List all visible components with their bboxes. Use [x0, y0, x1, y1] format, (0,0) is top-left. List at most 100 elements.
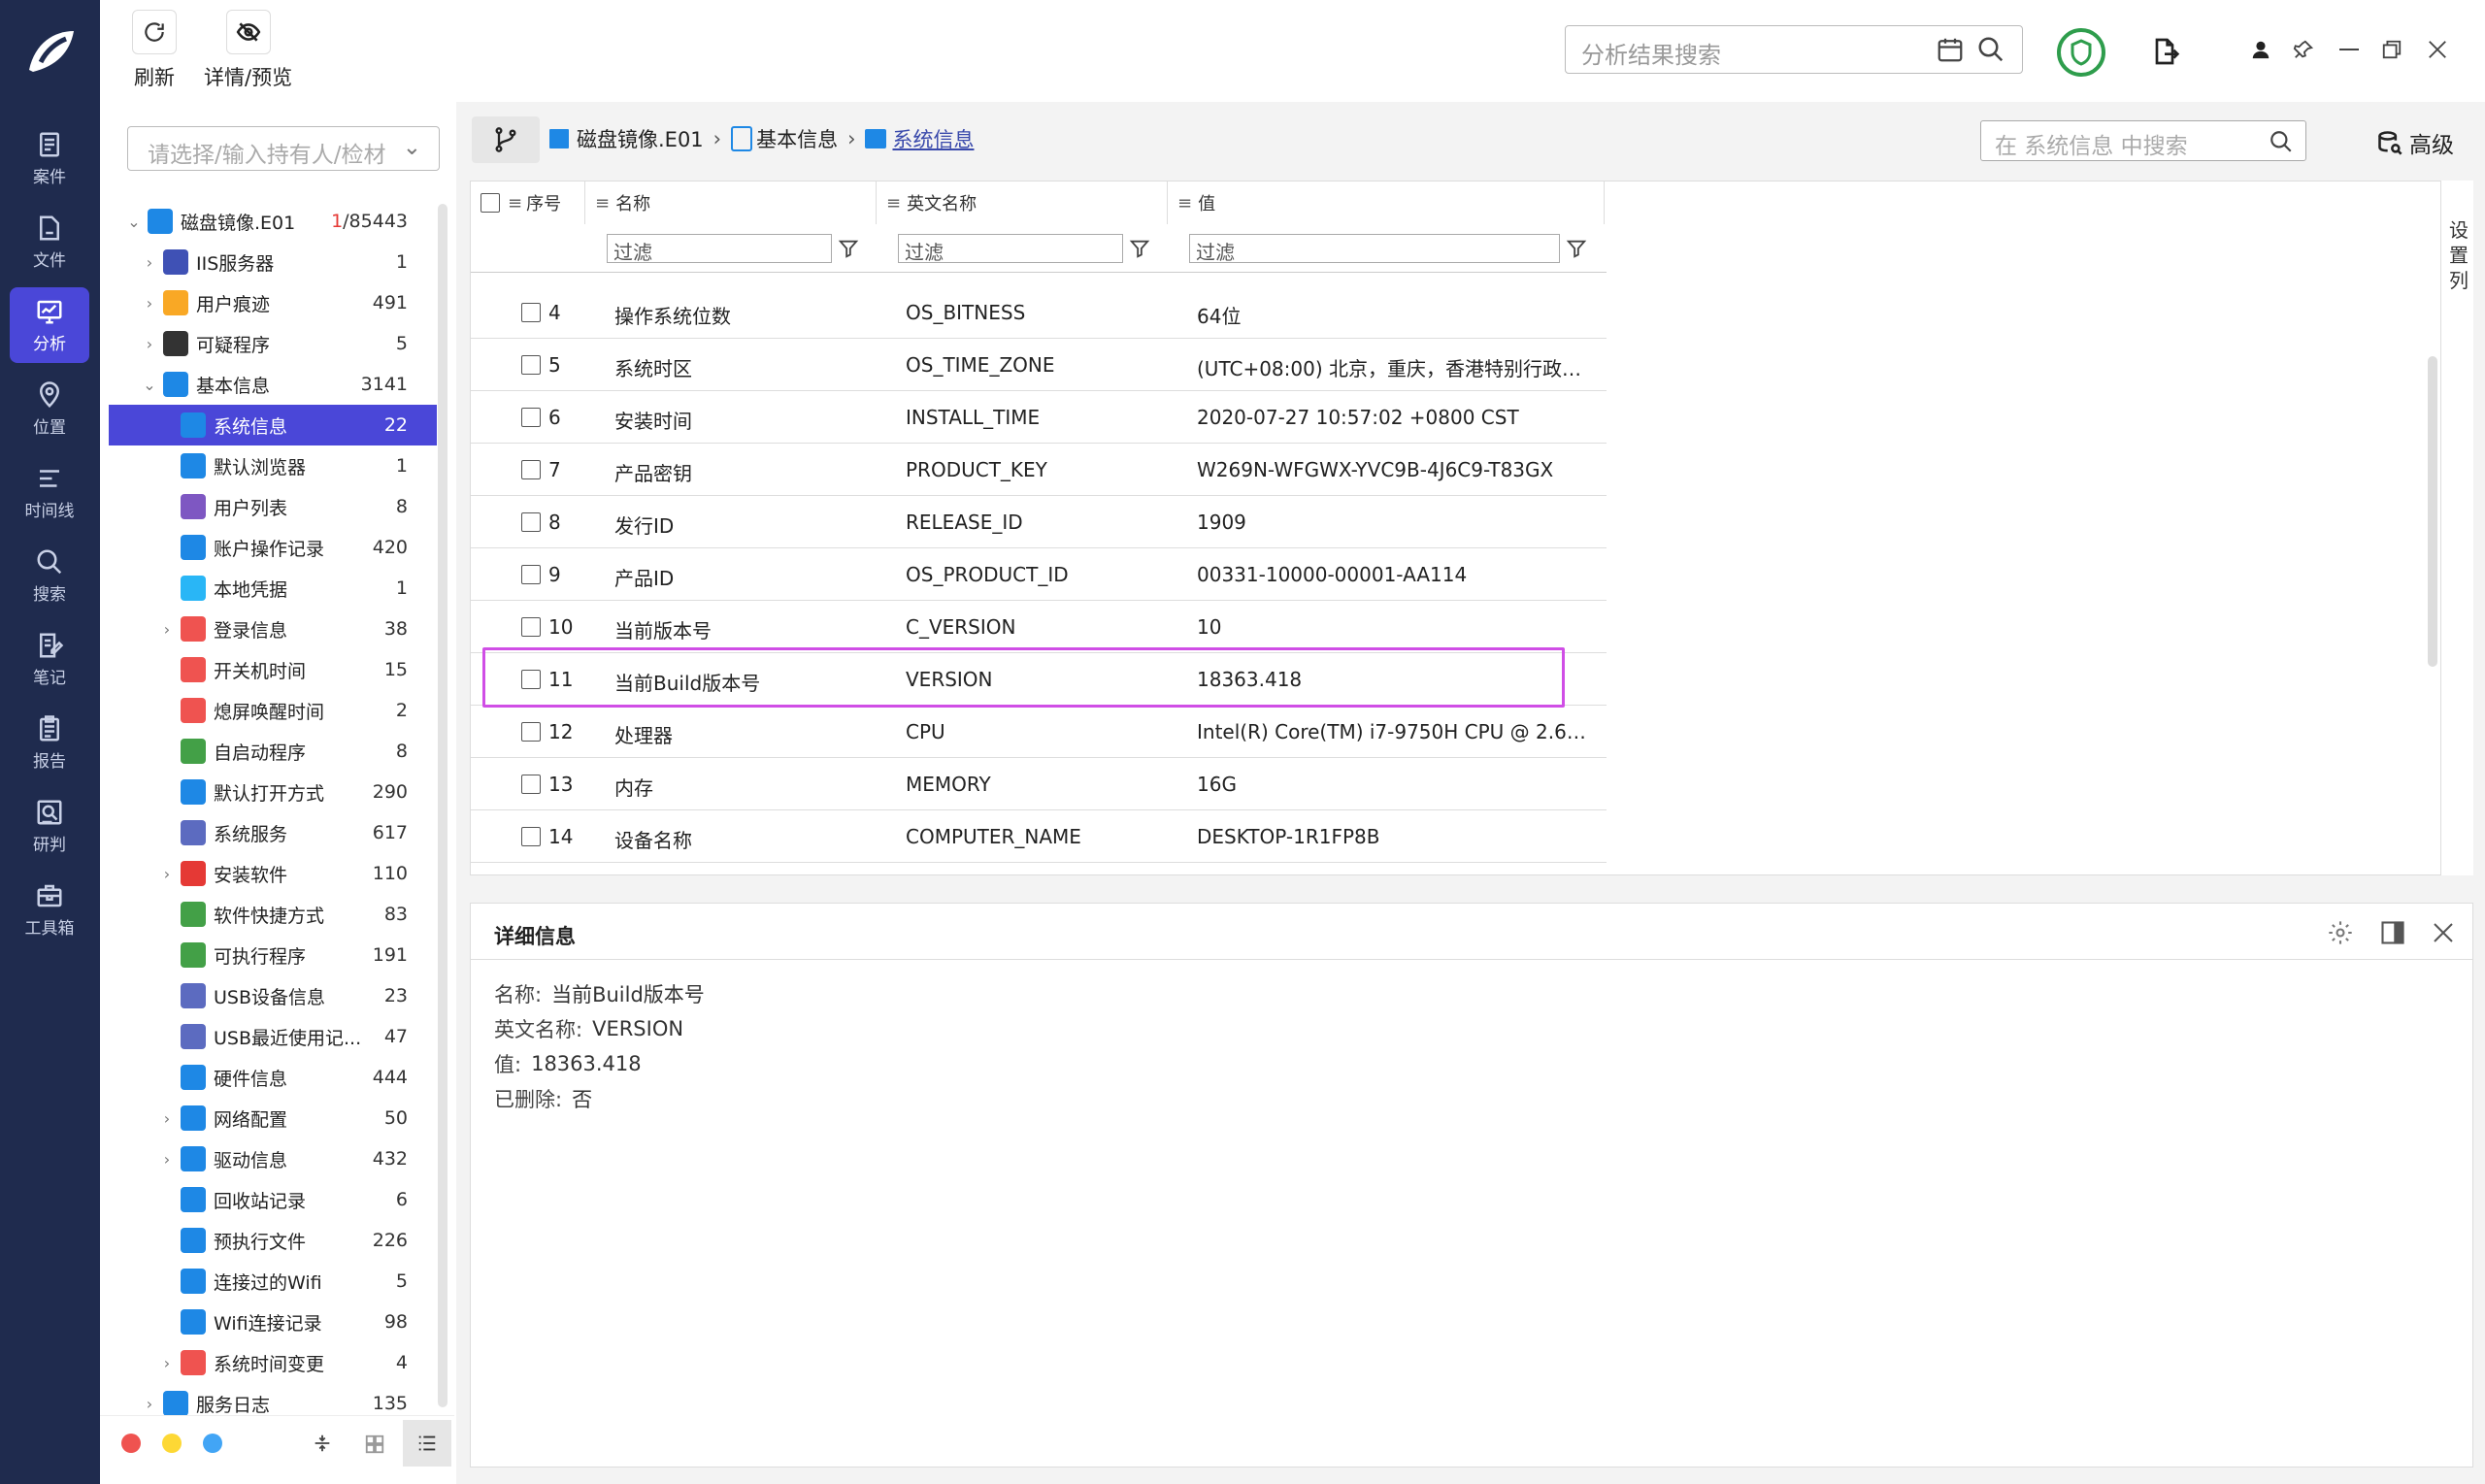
chevron-right-icon[interactable]: [159, 540, 175, 555]
table-row[interactable]: 8 发行ID RELEASE_ID 1909: [471, 496, 1607, 548]
chevron-right-icon[interactable]: ›: [142, 335, 157, 353]
tree-item[interactable]: 系统信息 22: [109, 405, 437, 445]
chevron-right-icon[interactable]: [159, 988, 175, 1004]
chevron-right-icon[interactable]: [159, 784, 175, 800]
export-icon[interactable]: [2149, 35, 2180, 68]
chevron-right-icon[interactable]: ›: [142, 1395, 157, 1413]
nav-item-location[interactable]: 位置: [10, 371, 89, 446]
select-all-checkbox[interactable]: [480, 193, 500, 213]
nav-item-analysis[interactable]: 分析: [10, 287, 89, 363]
gear-icon[interactable]: [2327, 919, 2354, 946]
tree-item[interactable]: 硬件信息 444: [109, 1057, 437, 1098]
tree-item[interactable]: › 网络配置 50: [109, 1098, 437, 1138]
branch-button[interactable]: [472, 116, 540, 163]
tree-item[interactable]: 熄屏唤醒时间 2: [109, 690, 437, 731]
tree-item[interactable]: 本地凭据 1: [109, 568, 437, 609]
user-icon[interactable]: [2250, 39, 2271, 60]
filter-en-input[interactable]: 过滤: [898, 234, 1123, 264]
nav-item-file[interactable]: 文件: [10, 204, 89, 280]
nav-item-search[interactable]: 搜索: [10, 538, 89, 613]
tree-item[interactable]: 可执行程序 191: [109, 935, 437, 975]
red-dot-icon[interactable]: [121, 1434, 141, 1453]
tree-item[interactable]: 账户操作记录 420: [109, 527, 437, 568]
tree-item[interactable]: › IIS服务器 1: [109, 242, 437, 282]
restore-icon[interactable]: [2381, 39, 2402, 60]
nav-item-toolbox[interactable]: 工具箱: [10, 872, 89, 947]
table-search-input[interactable]: 在 系统信息 中搜索: [1980, 120, 2306, 161]
chevron-right-icon[interactable]: [159, 703, 175, 718]
grid-view-icon[interactable]: [364, 1434, 385, 1455]
tree-item[interactable]: › 安装软件 110: [109, 853, 437, 894]
grid-scrollbar[interactable]: [2428, 356, 2437, 667]
tree-item[interactable]: 连接过的Wifi 5: [109, 1261, 437, 1302]
chevron-right-icon[interactable]: ›: [142, 294, 157, 313]
tree-scrollbar[interactable]: [438, 204, 447, 1407]
split-panel-icon[interactable]: [2379, 919, 2406, 946]
table-row[interactable]: 13 内存 MEMORY 16G: [471, 758, 1607, 810]
header-en[interactable]: ≡ 英文名称: [877, 181, 1168, 224]
table-row[interactable]: 12 处理器 CPU Intel(R) Core(TM) i7-9750H CPU @…: [471, 706, 1607, 758]
tree-item[interactable]: USB设备信息 23: [109, 975, 437, 1016]
row-checkbox[interactable]: [521, 408, 541, 427]
chevron-right-icon[interactable]: [159, 1273, 175, 1289]
yellow-dot-icon[interactable]: [162, 1434, 182, 1453]
chevron-right-icon[interactable]: [159, 662, 175, 677]
pin-icon[interactable]: [2293, 39, 2314, 60]
breadcrumb-disk[interactable]: 磁盘镜像.E01: [577, 124, 704, 153]
header-name[interactable]: ≡ 名称: [585, 181, 877, 224]
chevron-right-icon[interactable]: ›: [159, 1150, 175, 1169]
chevron-right-icon[interactable]: [159, 1314, 175, 1330]
tree-item[interactable]: › 可疑程序 5: [109, 323, 437, 364]
nav-item-judge[interactable]: 研判: [10, 788, 89, 864]
filter-icon[interactable]: [1129, 238, 1150, 259]
filter-icon[interactable]: [838, 238, 859, 259]
tree-item[interactable]: 开关机时间 15: [109, 649, 437, 690]
calendar-icon[interactable]: [1936, 35, 1965, 64]
row-checkbox[interactable]: [521, 722, 541, 742]
collapse-icon[interactable]: [312, 1432, 333, 1455]
header-seq[interactable]: ≡ 序号: [471, 181, 585, 224]
filter-name-input[interactable]: 过滤: [607, 234, 832, 264]
tree-item[interactable]: › 驱动信息 432: [109, 1138, 437, 1179]
chevron-right-icon[interactable]: [159, 947, 175, 963]
filter-icon[interactable]: [1566, 238, 1587, 259]
nav-item-timeline[interactable]: 时间线: [10, 454, 89, 530]
chevron-right-icon[interactable]: [159, 580, 175, 596]
filter-val-input[interactable]: 过滤: [1189, 234, 1560, 264]
tree-item[interactable]: 软件快捷方式 83: [109, 894, 437, 935]
blue-dot-icon[interactable]: [203, 1434, 222, 1453]
chevron-right-icon[interactable]: ›: [159, 865, 175, 883]
row-checkbox[interactable]: [521, 303, 541, 322]
tree-item[interactable]: 默认打开方式 290: [109, 772, 437, 812]
chevron-right-icon[interactable]: ›: [159, 620, 175, 639]
chevron-right-icon[interactable]: ›: [142, 253, 157, 272]
holder-select[interactable]: 请选择/输入持有人/检材 ⌄: [127, 126, 440, 171]
list-view-button[interactable]: [403, 1420, 451, 1467]
table-row[interactable]: 9 产品ID OS_PRODUCT_ID 00331-10000-00001-AA11…: [471, 548, 1607, 601]
row-checkbox[interactable]: [521, 617, 541, 637]
chevron-right-icon[interactable]: [159, 907, 175, 922]
row-checkbox[interactable]: [521, 565, 541, 584]
breadcrumb-system-info[interactable]: 系统信息: [892, 124, 974, 153]
tree-item[interactable]: ⌄ 基本信息 3141: [109, 364, 437, 405]
refresh-button[interactable]: 刷新: [132, 10, 177, 97]
chevron-right-icon[interactable]: [159, 458, 175, 474]
tree-item[interactable]: ⌄ 磁盘镜像.E01 1/85443: [109, 201, 437, 242]
tree-item[interactable]: › 用户痕迹 491: [109, 282, 437, 323]
preview-button[interactable]: 详情/预览: [204, 10, 292, 97]
chevron-down-icon[interactable]: ⌄: [142, 376, 157, 394]
table-row[interactable]: 14 设备名称 COMPUTER_NAME DESKTOP-1R1FP8B: [471, 810, 1607, 863]
minimize-icon[interactable]: [2339, 49, 2359, 50]
chevron-down-icon[interactable]: ⌄: [126, 213, 142, 231]
search-icon[interactable]: [1976, 35, 2005, 64]
row-checkbox[interactable]: [521, 827, 541, 846]
close-panel-icon[interactable]: [2432, 921, 2455, 944]
tree-item[interactable]: 默认浏览器 1: [109, 445, 437, 486]
chevron-right-icon[interactable]: ›: [159, 1354, 175, 1372]
row-checkbox[interactable]: [521, 775, 541, 794]
tree-item[interactable]: › 系统时间变更 4: [109, 1342, 437, 1383]
chevron-right-icon[interactable]: [159, 1192, 175, 1207]
tree-item[interactable]: Wifi连接记录 98: [109, 1302, 437, 1342]
chevron-right-icon[interactable]: [159, 1233, 175, 1248]
tree-item[interactable]: 预执行文件 226: [109, 1220, 437, 1261]
